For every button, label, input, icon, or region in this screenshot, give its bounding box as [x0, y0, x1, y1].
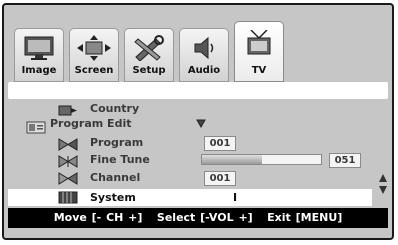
tab-label: Audio: [187, 65, 221, 76]
tab-label: Image: [21, 65, 57, 76]
tab-label: Screen: [74, 65, 114, 76]
menu-item-program-edit[interactable]: Program Edit: [50, 117, 131, 130]
tv-antenna-icon: [247, 30, 271, 55]
tab-tv[interactable]: TV: [234, 21, 284, 82]
fine-tune-slider-fill: [202, 155, 262, 164]
tools-icon: [134, 35, 164, 61]
channel-value: 001: [204, 171, 236, 186]
tab-label: Setup: [132, 65, 166, 76]
fine-tune-value: 051: [329, 153, 361, 168]
channel-icon: [58, 172, 78, 185]
scroll-arrows-icon[interactable]: [378, 173, 388, 195]
monitor-icon: [24, 36, 54, 60]
program-edit-icon: [26, 121, 46, 134]
resize-arrows-icon: [77, 35, 111, 61]
tab-audio[interactable]: Audio: [179, 28, 229, 82]
program-value: 001: [204, 136, 236, 151]
system-value: I: [204, 191, 266, 204]
tab-underline-band: [8, 82, 388, 99]
program-icon: [58, 138, 78, 151]
system-icon: [58, 191, 78, 204]
country-icon: [58, 105, 77, 116]
tv-osd-menu: Image Screen Setup Audio TV Country Prog…: [2, 3, 394, 240]
menu-tabs: Image Screen Setup Audio TV: [4, 5, 392, 82]
speaker-icon: [194, 36, 214, 60]
key-hint-bar: Move [- CH +] Select [-VOL +] Exit [MENU…: [8, 208, 388, 228]
tab-screen[interactable]: Screen: [69, 28, 119, 82]
tab-image[interactable]: Image: [14, 28, 64, 82]
menu-item-program[interactable]: Program: [90, 136, 143, 149]
menu-item-country[interactable]: Country: [90, 102, 139, 115]
tab-setup[interactable]: Setup: [124, 28, 174, 82]
fine-tune-icon: [58, 155, 78, 168]
menu-item-system[interactable]: System: [90, 191, 136, 204]
fine-tune-slider[interactable]: [201, 154, 322, 165]
tab-label: TV: [251, 65, 267, 76]
menu-item-channel[interactable]: Channel: [90, 171, 140, 184]
menu-item-fine-tune[interactable]: Fine Tune: [90, 153, 150, 166]
cursor-down-icon: [196, 119, 206, 128]
